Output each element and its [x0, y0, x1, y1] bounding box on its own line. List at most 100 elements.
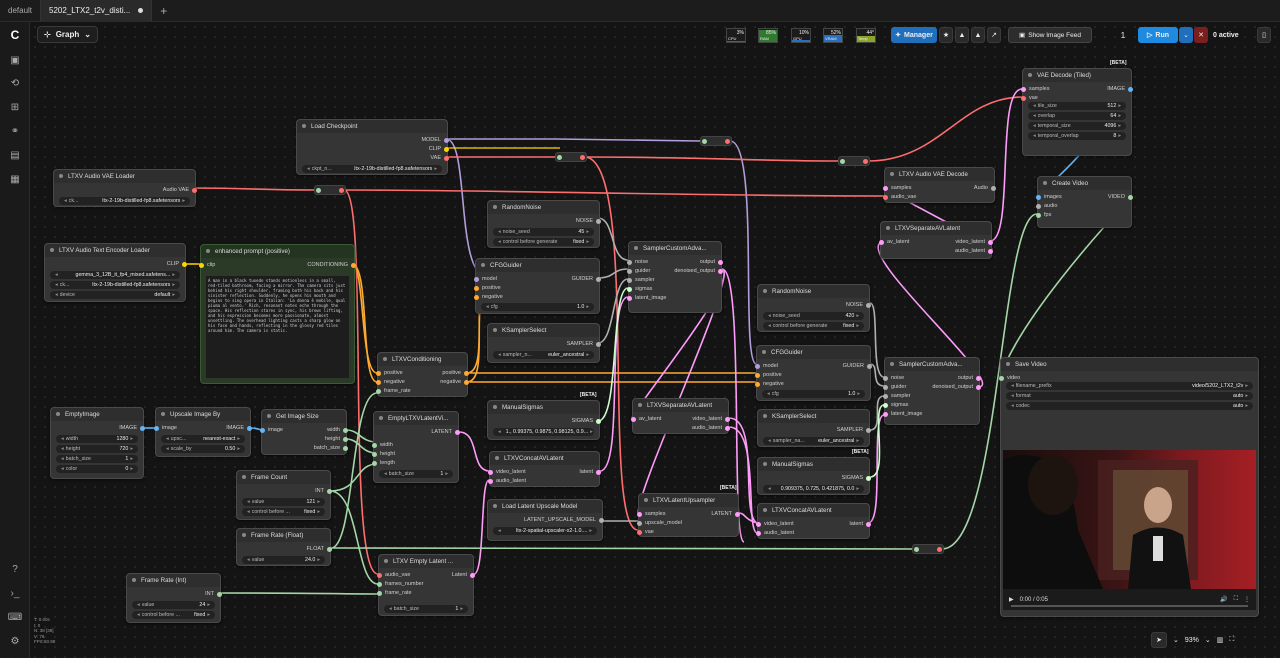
- output-slot[interactable]: IMAGE: [226, 425, 252, 431]
- output-slot[interactable]: denoised_output: [932, 384, 981, 390]
- input-slot[interactable]: samples: [1021, 86, 1049, 92]
- node-create-video[interactable]: Create Video images audio fps VIDEO: [1036, 176, 1133, 228]
- input-slot[interactable]: video_latent: [488, 469, 526, 475]
- panel-toggle-button[interactable]: ▯: [1257, 27, 1271, 43]
- settings-gear-icon[interactable]: ⚙: [8, 634, 22, 648]
- output-slot[interactable]: positive: [442, 370, 469, 376]
- run-options-button[interactable]: ⌄: [1179, 27, 1193, 43]
- output-slot[interactable]: SIGMAS: [572, 418, 601, 424]
- warning-button[interactable]: ▲: [955, 27, 969, 43]
- output-slot[interactable]: video_latent: [955, 239, 993, 245]
- node-manual-sigmas-2[interactable]: ManualSigmas SIGMAS 0.909375, 0.725, 0.421…: [757, 457, 871, 495]
- node-widget[interactable]: overlap 64: [1028, 112, 1126, 120]
- node-widget[interactable]: upsc... nearest-exact: [161, 435, 245, 443]
- input-slot[interactable]: image: [154, 425, 177, 431]
- node-widget[interactable]: width 1280: [56, 435, 138, 443]
- node-widget[interactable]: temporal_size 4096: [1028, 122, 1126, 130]
- input-slot[interactable]: model: [755, 363, 778, 369]
- workspace-tab[interactable]: default: [0, 6, 40, 15]
- input-slot[interactable]: audio_vae: [377, 572, 410, 578]
- zoom-level[interactable]: 93%: [1185, 637, 1199, 644]
- output-slot[interactable]: IMAGE: [119, 425, 145, 431]
- input-slot[interactable]: av_latent: [631, 416, 661, 422]
- input-slot[interactable]: upscale_model: [637, 520, 682, 526]
- node-widget[interactable]: batch_size 1: [384, 605, 468, 613]
- node-widget[interactable]: noise_seed 420: [763, 312, 864, 320]
- output-slot[interactable]: GUIDER: [572, 276, 601, 282]
- output-slot[interactable]: Latent: [452, 572, 475, 578]
- star-button[interactable]: ★: [939, 27, 953, 43]
- run-button[interactable]: ▷ Run: [1138, 27, 1178, 43]
- output-slot[interactable]: output: [700, 259, 723, 265]
- input-slot[interactable]: audio_latent: [488, 478, 526, 484]
- node-frame-count[interactable]: Frame Count INT value 121 control before ...…: [236, 470, 332, 520]
- input-slot[interactable]: positive: [474, 285, 501, 291]
- node-cfg-guider-2[interactable]: CFGGuider model positive negative GUIDER cfg 1…: [755, 345, 872, 401]
- output-slot[interactable]: latent: [850, 521, 871, 527]
- input-slot[interactable]: guider: [627, 268, 650, 274]
- input-slot[interactable]: images: [1036, 194, 1062, 200]
- chevron-down-icon[interactable]: ⌄: [1205, 636, 1211, 644]
- output-slot[interactable]: MODEL: [421, 137, 449, 143]
- input-slot[interactable]: noise: [883, 375, 904, 381]
- node-library-icon[interactable]: ⊞: [8, 100, 22, 114]
- node-widget[interactable]: tile_size 512: [1028, 102, 1126, 110]
- input-slot[interactable]: vae: [1021, 95, 1038, 101]
- output-slot[interactable]: SIGMAS: [842, 475, 871, 481]
- reroute-node[interactable]: [700, 136, 732, 146]
- input-slot[interactable]: audio_latent: [756, 530, 794, 536]
- input-slot[interactable]: positive: [755, 372, 782, 378]
- input-slot[interactable]: frames_number: [377, 581, 424, 587]
- output-slot[interactable]: IMAGE: [1107, 86, 1133, 92]
- node-enhanced-prompt[interactable]: enhanced prompt (positive) clip CONDITIONI…: [199, 244, 356, 384]
- node-empty-image[interactable]: EmptyImage IMAGE width 1280 height 720 batch_s…: [50, 407, 145, 479]
- node-manual-sigmas-1[interactable]: ManualSigmas SIGMAS 1., 0.99375, 0.9875, 0…: [487, 400, 601, 440]
- output-slot[interactable]: Audio VAE: [163, 187, 197, 193]
- output-slot[interactable]: batch_size: [314, 445, 348, 451]
- node-widget[interactable]: value 121: [242, 498, 325, 506]
- input-slot[interactable]: length: [372, 460, 395, 466]
- output-slot[interactable]: CLIP: [167, 261, 187, 267]
- node-widget[interactable]: control before ... fixed: [132, 611, 215, 619]
- node-widget[interactable]: control before ... fixed: [242, 508, 325, 516]
- output-slot[interactable]: output: [958, 375, 981, 381]
- node-separate-av-2[interactable]: LTXVSeparateAVLatent av_latent video_laten…: [879, 221, 993, 259]
- node-ksampler-select-2[interactable]: KSamplerSelect SAMPLER sampler_na... euler_…: [757, 409, 871, 447]
- output-slot[interactable]: Audio: [974, 185, 996, 191]
- input-slot[interactable]: latent_image: [627, 295, 667, 301]
- chevron-down-icon[interactable]: ⌄: [1173, 636, 1179, 644]
- input-slot[interactable]: negative: [474, 294, 503, 300]
- output-slot[interactable]: latent: [580, 469, 601, 475]
- node-widget[interactable]: temporal_overlap 8: [1028, 132, 1126, 140]
- select-tool-icon[interactable]: ➤: [1151, 632, 1167, 648]
- help-icon[interactable]: ?: [8, 562, 22, 576]
- fit-view-icon[interactable]: ⛶: [1229, 636, 1234, 644]
- node-widget[interactable]: filename_prefix video/5202_LTX2_t2v: [1006, 382, 1253, 390]
- output-slot[interactable]: GUIDER: [843, 363, 872, 369]
- input-slot[interactable]: latent_image: [883, 411, 923, 417]
- show-image-feed-button[interactable]: ▣ Show Image Feed: [1008, 27, 1092, 43]
- graph-menu-button[interactable]: ⊹ Graph ⌄: [37, 26, 98, 43]
- output-slot[interactable]: CLIP: [429, 146, 449, 152]
- node-widget[interactable]: 0.909375, 0.725, 0.421875, 0.0: [763, 485, 864, 493]
- reroute-node[interactable]: [314, 185, 346, 195]
- terminal-icon[interactable]: ›_: [8, 586, 22, 600]
- workflows-icon[interactable]: ▤: [8, 148, 22, 162]
- node-widget[interactable]: color 0: [56, 465, 138, 473]
- output-slot[interactable]: width: [327, 427, 348, 433]
- node-sampler-custom-1[interactable]: SamplerCustomAdva... noise guider sampler si…: [627, 241, 723, 313]
- output-slot[interactable]: VIDEO: [1108, 194, 1133, 200]
- input-slot[interactable]: frame_rate: [376, 388, 411, 394]
- node-widget[interactable]: codec auto: [1006, 402, 1253, 410]
- output-slot[interactable]: INT: [315, 488, 332, 494]
- model-library-icon[interactable]: ⚭: [8, 124, 22, 138]
- node-audio-vae-decode[interactable]: LTXV Audio VAE Decode samples audio_vae Aud…: [883, 167, 996, 203]
- input-slot[interactable]: sampler: [883, 393, 911, 399]
- output-slot[interactable]: audio_latent: [692, 425, 730, 431]
- node-widget[interactable]: ck... ltx-2-19b-distilled-fp8.safetensors: [59, 197, 190, 205]
- node-frame-rate-float[interactable]: Frame Rate (Float) FLOAT value 24.0: [236, 528, 332, 566]
- video-preview[interactable]: ▶ 0:00 / 0:05 🔊 ⛶ ⋮: [1003, 450, 1256, 610]
- images-icon[interactable]: ▣: [8, 53, 22, 67]
- node-separate-av-1[interactable]: LTXVSeparateAVLatent av_latent video_laten…: [631, 398, 730, 434]
- video-progress-bar[interactable]: [1011, 605, 1248, 607]
